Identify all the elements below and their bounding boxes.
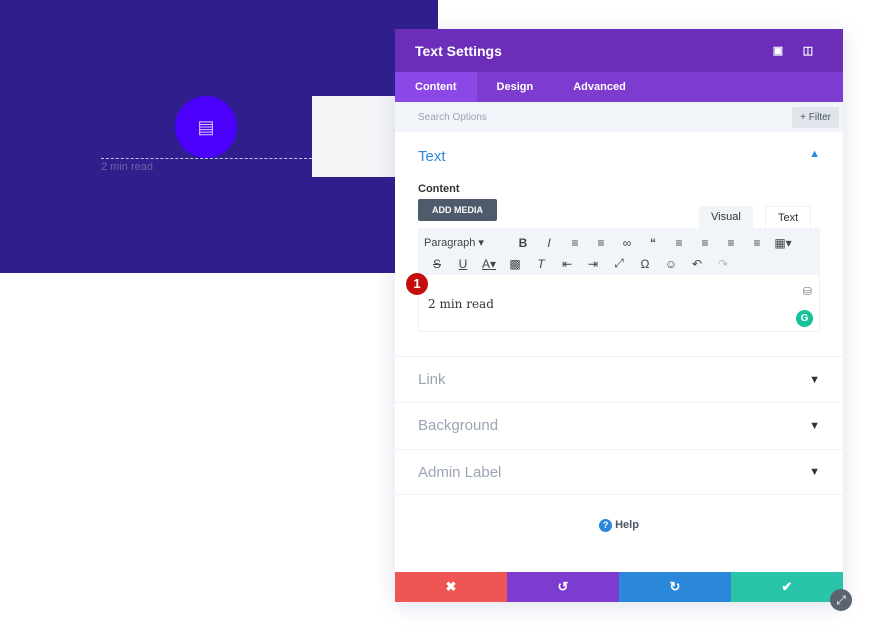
sidebar-toggle-icon[interactable]: ◫ (793, 44, 823, 57)
italic-icon[interactable]: I (536, 236, 562, 250)
editor-textarea[interactable]: 2 min read ⛁ G (418, 275, 820, 332)
paragraph-select[interactable]: Paragraph ▾ (424, 236, 510, 249)
editor-text: 2 min read (428, 297, 494, 311)
step-badge: 1 (406, 273, 428, 295)
justify-icon[interactable]: ≡ (744, 236, 770, 250)
panel-header: Text Settings ▣ ◫ (395, 29, 843, 72)
editor-toolbar: Paragraph ▾ B I ≡ ≡ ∞ “ ≡ ≡ ≡ ≡ ▦▾ S U A… (418, 228, 820, 275)
tab-bar: Content Design Advanced (395, 72, 843, 102)
chevron-up-icon[interactable]: ▲ (809, 148, 820, 165)
omega-icon[interactable]: Ω (632, 257, 658, 271)
save-button[interactable]: ✔ (731, 572, 843, 602)
outdent-icon[interactable]: ⇤ (554, 257, 580, 271)
bullet-list-icon[interactable]: ≡ (562, 236, 588, 250)
undo-icon: ↺ (557, 579, 569, 594)
cancel-button[interactable]: ✖ (395, 572, 507, 602)
divider (101, 158, 312, 159)
content-label: Content (418, 183, 460, 195)
chevron-down-icon: ▼ (809, 466, 820, 478)
placeholder-box (312, 96, 402, 177)
align-right-icon[interactable]: ≡ (718, 236, 744, 250)
chevron-down-icon: ▼ (809, 373, 820, 386)
numbered-list-icon[interactable]: ≡ (588, 236, 614, 250)
section-text-header[interactable]: Text ▲ (395, 148, 843, 165)
search-input[interactable]: Search Options (418, 112, 487, 123)
filter-button[interactable]: + Filter (792, 106, 839, 128)
link-icon[interactable]: ∞ (614, 236, 640, 250)
bold-icon[interactable]: B (510, 236, 536, 250)
close-icon: ✖ (445, 579, 457, 594)
resize-handle-icon[interactable]: ⤢ (830, 589, 852, 611)
section-title: Text (418, 148, 446, 165)
align-center-icon[interactable]: ≡ (692, 236, 718, 250)
align-left-icon[interactable]: ≡ (666, 236, 692, 250)
strikethrough-icon[interactable]: S (424, 257, 450, 271)
accordion-label: Link (418, 371, 446, 388)
paste-icon[interactable]: ▩ (502, 257, 528, 271)
chevron-down-icon: ▼ (809, 419, 820, 432)
panel-title: Text Settings (415, 42, 502, 59)
dynamic-content-icon[interactable]: ⛁ (803, 285, 812, 298)
blockquote-icon[interactable]: “ (640, 236, 666, 250)
table-icon[interactable]: ▦▾ (770, 236, 796, 250)
help-label: Help (615, 519, 639, 531)
accordion-background[interactable]: Background ▼ (395, 402, 843, 448)
accordion-admin-label[interactable]: Admin Label ▼ (395, 449, 843, 495)
help-link[interactable]: ? Help (395, 519, 843, 532)
tab-text[interactable]: Text (765, 206, 812, 229)
undo-icon[interactable]: ↶ (684, 257, 710, 271)
accordion-label: Background (418, 417, 499, 434)
accordion-label: Admin Label (418, 463, 502, 481)
clear-format-icon[interactable]: T (528, 257, 554, 271)
settings-panel: Text Settings ▣ ◫ Content Design Advance… (395, 29, 843, 602)
preview-text[interactable]: 2 min read (101, 161, 153, 173)
redo-icon: ↻ (669, 579, 681, 594)
search-bar: Search Options + Filter (395, 102, 843, 132)
indent-icon[interactable]: ⇥ (580, 257, 606, 271)
tab-advanced[interactable]: Advanced (553, 72, 646, 102)
add-media-button[interactable]: ADD MEDIA (418, 199, 497, 221)
check-icon: ✔ (781, 579, 793, 594)
fullscreen-editor-icon[interactable]: ⤢ (606, 256, 632, 271)
document-icon: ▤ (175, 96, 237, 158)
tab-design[interactable]: Design (477, 72, 554, 102)
redo-icon[interactable]: ↷ (710, 257, 736, 271)
grammarly-icon[interactable]: G (796, 310, 813, 327)
text-color-icon[interactable]: A▾ (476, 257, 502, 271)
panel-footer: ✖ ↺ ↻ ✔ (395, 572, 843, 602)
fullscreen-icon[interactable]: ▣ (763, 44, 793, 57)
tab-visual[interactable]: Visual (699, 206, 753, 228)
paragraph-label: Paragraph (424, 237, 476, 249)
help-icon: ? (599, 519, 613, 532)
emoji-icon[interactable]: ☺ (658, 257, 684, 271)
tab-content[interactable]: Content (395, 72, 477, 102)
redo-button[interactable]: ↻ (619, 572, 731, 602)
undo-button[interactable]: ↺ (507, 572, 619, 602)
underline-icon[interactable]: U (450, 257, 476, 271)
accordion-link[interactable]: Link ▼ (395, 356, 843, 402)
